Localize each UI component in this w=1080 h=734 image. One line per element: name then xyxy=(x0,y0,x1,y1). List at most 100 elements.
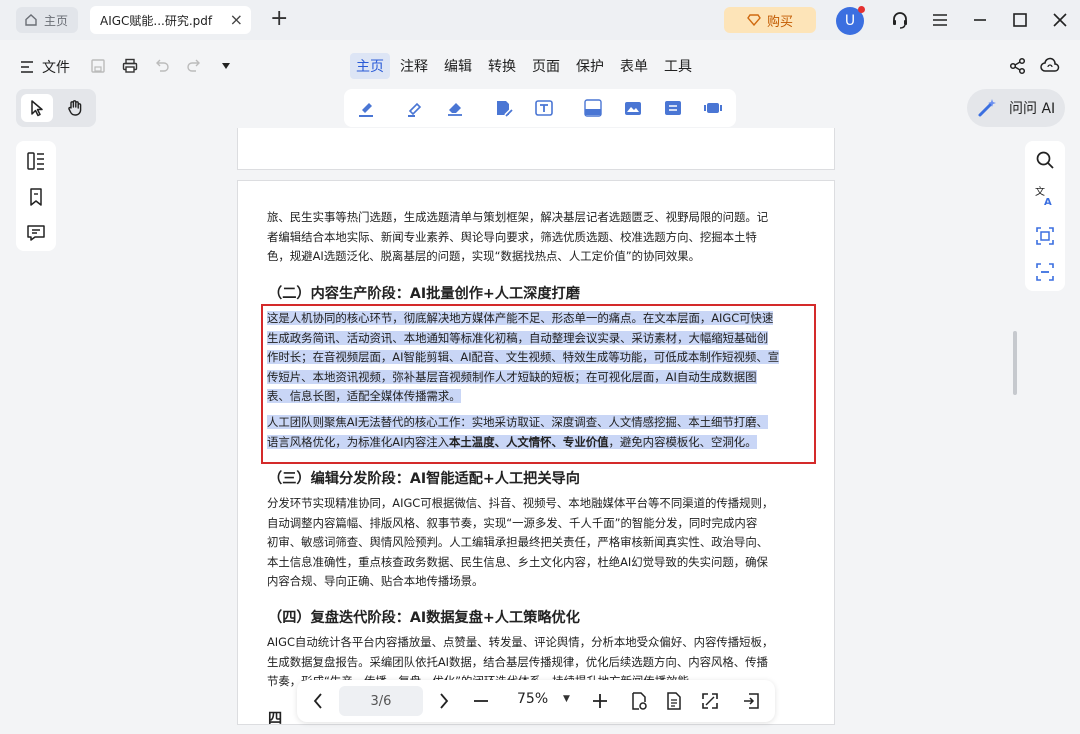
highlighted-text-line: 人工团队则聚焦AI无法替代的核心工作：实地采访取证、深度调查、人文情感挖掘、本土… xyxy=(267,415,768,429)
distribution-paragraph: 分发环节实现精准协同，AIGC可根据微信、抖音、视频号、本地融媒体平台等不同渠道… xyxy=(267,494,807,592)
zoom-in-icon[interactable] xyxy=(589,690,611,712)
media-icon[interactable] xyxy=(703,98,723,118)
zoom-dropdown-icon[interactable]: ▼ xyxy=(563,694,570,704)
menu-tools[interactable]: 工具 xyxy=(658,53,698,79)
hamburger-menu-icon[interactable] xyxy=(929,9,951,31)
maximize-icon[interactable] xyxy=(1009,9,1031,31)
menu-page[interactable]: 页面 xyxy=(526,53,566,79)
highlighted-text-segment: 语言风格优化，为标准化AI内容注入 xyxy=(267,434,450,449)
menu-home[interactable]: 主页 xyxy=(350,53,390,79)
print-icon[interactable] xyxy=(121,57,139,75)
ask-ai-label: 问问 AI xyxy=(1009,101,1056,117)
zoom-level[interactable]: 75% xyxy=(517,691,548,707)
left-sidebar xyxy=(16,141,56,251)
hand-pan-icon[interactable] xyxy=(59,94,91,122)
support-headset-icon[interactable] xyxy=(889,9,911,31)
ask-ai-button[interactable]: 问问 AI xyxy=(967,89,1065,127)
menu-row: 文件 主页 注释 编辑 转换 页面 保护 表单 工具 xyxy=(0,40,1080,90)
fit-page-icon[interactable] xyxy=(628,690,650,712)
highlighted-text-line: 表、信息长图，适配全媒体传播需求。 xyxy=(267,389,461,403)
crop-capture-icon[interactable] xyxy=(1034,225,1056,247)
search-icon[interactable] xyxy=(1034,149,1056,171)
right-sidebar: 文A xyxy=(1025,141,1065,291)
page-indicator: 3/6 xyxy=(370,693,392,709)
ocr-icon[interactable] xyxy=(583,98,603,118)
home-icon xyxy=(24,13,38,27)
text-line: 者编辑结合本地实际、新闻专业素养、舆论导向要求，筛选优质选题、校准选题方向、挖掘… xyxy=(267,229,757,244)
bold-highlighted-text: 本土温度、人文情怀、专业价值 xyxy=(449,434,609,449)
next-page-icon[interactable] xyxy=(433,690,455,712)
text-line: 初审、敏感词筛查、舆情风险预判。人工编辑承担最终把关责任，严格审核新闻真实性、政… xyxy=(267,535,769,549)
interaction-mode-group xyxy=(16,89,96,127)
avatar-letter: U xyxy=(844,13,856,29)
text-line: 内容合规、导向正确、贴合本地传播场景。 xyxy=(267,574,484,588)
highlighted-text-segment: ，避免内容模板化、空洞化。 xyxy=(608,434,757,449)
svg-text:A: A xyxy=(1044,197,1052,207)
home-tab[interactable]: 主页 xyxy=(16,7,78,33)
screen-recognition-icon[interactable] xyxy=(1034,261,1056,283)
text-recognition-icon[interactable] xyxy=(534,98,554,118)
highlighted-text-line: 传短片、本地资讯视频，弥补基层音视频制作人才短缺的短板；在可视化层面，AI自动生… xyxy=(267,369,757,384)
image-convert-icon[interactable] xyxy=(623,98,643,118)
zoom-out-icon[interactable] xyxy=(470,690,492,712)
menu-protect[interactable]: 保护 xyxy=(570,53,610,79)
redo-icon[interactable] xyxy=(185,57,203,75)
notification-dot xyxy=(858,6,865,13)
section-heading-4: （四）复盘迭代阶段：AI数据复盘+人工策略优化 xyxy=(268,610,580,626)
single-page-view-icon[interactable] xyxy=(663,690,685,712)
text-line: 本土信息准确性，重点核查政务数据、民生信息、乡土文化内容，杜绝AI幻觉导致的失实… xyxy=(267,554,768,569)
quick-access-dropdown-icon[interactable] xyxy=(217,57,235,75)
previous-page-icon[interactable] xyxy=(307,690,329,712)
menu-form[interactable]: 表单 xyxy=(614,53,654,79)
highlighted-text-line: 作时长；在音视频层面，AI智能剪辑、AI配音、文生视频、特效生成等功能，可低成本… xyxy=(267,350,780,364)
minimize-icon[interactable] xyxy=(969,9,991,31)
selected-paragraph-b[interactable]: 人工团队则聚焦AI无法替代的核心工作：实地采访取证、深度调查、人文情感挖掘、本土… xyxy=(267,413,807,452)
menu-convert[interactable]: 转换 xyxy=(482,53,522,79)
text-line: 旅、民生实事等热门选题，生成选题清单与策划框架，解决基层记者选题匮乏、视野局限的… xyxy=(267,210,769,224)
page-number-field[interactable]: 3/6 xyxy=(339,686,423,716)
text-line: 自动调整内容篇幅、排版风格、叙事节奏，实现“一源多发、千人千面”的智能分发，同时… xyxy=(267,515,758,530)
user-avatar[interactable]: U xyxy=(836,6,865,35)
text-line: 色，规避AI选题泛化、脱离基层的问题，实现“数据找热点、人工定价值”的协同效果。 xyxy=(267,249,701,263)
bookmark-icon[interactable] xyxy=(26,187,46,207)
menu-lines-icon xyxy=(20,61,34,73)
close-tab-icon[interactable]: × xyxy=(230,10,243,29)
selected-paragraph-a[interactable]: 这是人机协同的核心环节，彻底解决地方媒体产能不足、形态单一的痛点。在文本层面，A… xyxy=(267,309,807,407)
close-window-icon[interactable] xyxy=(1049,9,1071,31)
cloud-sync-icon[interactable] xyxy=(1040,56,1060,76)
undo-icon[interactable] xyxy=(153,57,171,75)
highlight-tool-icon[interactable] xyxy=(356,98,376,118)
select-cursor-icon[interactable] xyxy=(21,94,53,122)
underline-pen-icon[interactable] xyxy=(405,98,425,118)
menu-edit[interactable]: 编辑 xyxy=(438,53,478,79)
diamond-icon xyxy=(747,14,761,26)
title-bar: 主页 AIGC赋能...研究.pdf × + 购买 U xyxy=(0,0,1080,40)
thumbnails-icon[interactable] xyxy=(26,151,46,171)
buy-button[interactable]: 购买 xyxy=(724,7,816,33)
page-navigator: 3/6 75% ▼ xyxy=(297,680,775,722)
fullscreen-icon[interactable] xyxy=(699,690,721,712)
file-menu[interactable]: 文件 xyxy=(20,57,70,77)
document-tab[interactable]: AIGC赋能...研究.pdf × xyxy=(90,6,251,34)
eraser-icon[interactable] xyxy=(445,98,465,118)
text-line: AIGC自动统计各平台内容播放量、点赞量、转发量、评论舆情，分析本地受众偏好、内… xyxy=(267,635,774,649)
translate-icon[interactable]: 文A xyxy=(1034,185,1056,207)
menu-annotate[interactable]: 注释 xyxy=(394,53,434,79)
document-page: 旅、民生实事等热门选题，生成选题清单与策划框架，解决基层记者选题匮乏、视野局限的… xyxy=(237,180,835,725)
section-heading-5: 四 xyxy=(268,711,283,725)
text-line: 生成数据复盘报告。采编团队依托AI数据，结合基层传播规律，优化后续选题方向、内容… xyxy=(267,654,768,669)
highlighted-text-line: 这是人机协同的核心环节，彻底解决地方媒体产能不足、形态单一的痛点。在文本层面，A… xyxy=(267,311,774,325)
edit-document-icon[interactable] xyxy=(494,98,514,118)
compare-icon[interactable] xyxy=(663,98,683,118)
exit-reading-icon[interactable] xyxy=(740,690,762,712)
highlighted-text-line: 生成政务简讯、活动资讯、本地通知等标准化初稿，自动整理会议实录、采访素材，大幅缩… xyxy=(267,330,769,345)
new-tab-button[interactable]: + xyxy=(270,6,288,31)
text-line: 分发环节实现精准协同，AIGC可根据微信、抖音、视频号、本地融媒体平台等不同渠道… xyxy=(267,496,774,510)
vertical-scrollbar[interactable] xyxy=(1013,331,1017,395)
intro-paragraph: 旅、民生实事等热门选题，生成选题清单与策划框架，解决基层记者选题匮乏、视野局限的… xyxy=(267,208,807,267)
save-icon[interactable] xyxy=(89,57,107,75)
file-menu-label: 文件 xyxy=(42,60,70,76)
main-menu: 主页 注释 编辑 转换 页面 保护 表单 工具 xyxy=(350,53,698,79)
share-icon[interactable] xyxy=(1008,56,1028,76)
comment-icon[interactable] xyxy=(26,223,46,243)
